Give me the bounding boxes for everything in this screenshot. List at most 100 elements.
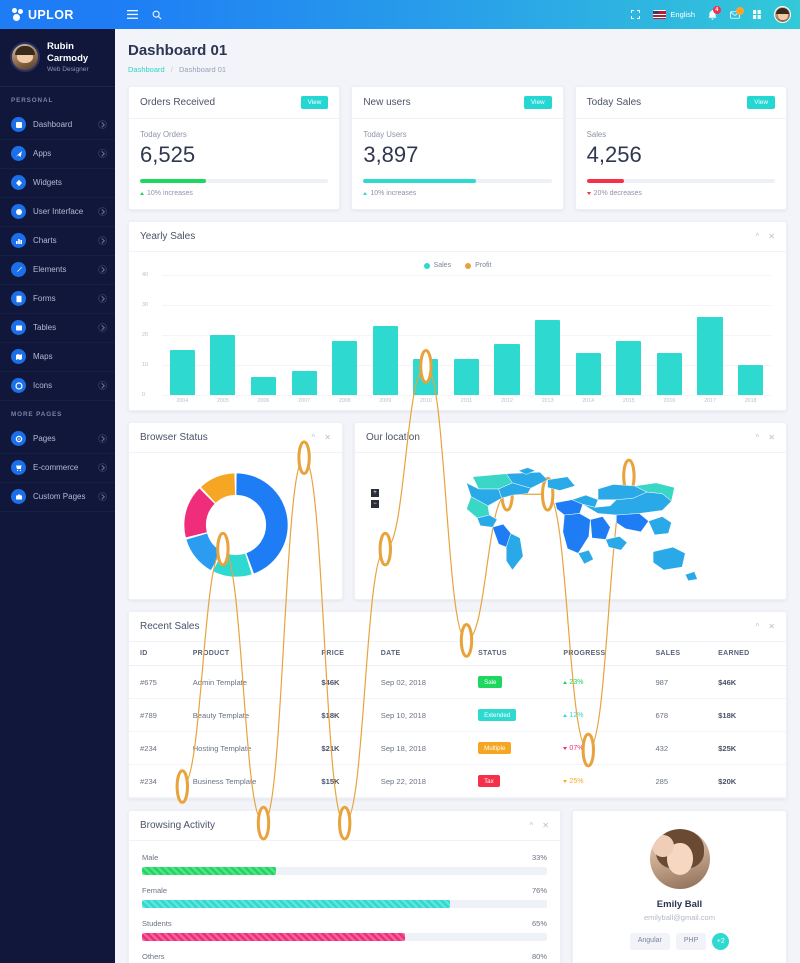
y-tick-label: 20 bbox=[142, 332, 149, 338]
chart-legend: Sales Profit bbox=[140, 262, 775, 269]
chevron-right-icon bbox=[98, 120, 107, 130]
sidebar-item-label: User Interface bbox=[33, 207, 84, 217]
map-zoom-out-button[interactable]: − bbox=[371, 500, 379, 508]
breadcrumb-separator: / bbox=[170, 65, 173, 74]
view-button[interactable]: View bbox=[300, 96, 329, 109]
stat-label: Today Orders bbox=[140, 130, 187, 139]
brand-logo[interactable]: UPLOR bbox=[0, 0, 115, 29]
legend-label: Profit bbox=[475, 262, 492, 269]
trend-down-icon bbox=[586, 192, 591, 195]
elements-icon bbox=[11, 262, 26, 278]
sidebar-item-apps[interactable]: Apps bbox=[0, 140, 115, 169]
chart-plot-area: 40 30 20 10 0 bbox=[142, 272, 771, 841]
sidebar-item-tables[interactable]: Tables bbox=[0, 314, 115, 343]
topbar-avatar[interactable] bbox=[774, 6, 791, 23]
y-tick-label: 30 bbox=[142, 302, 149, 308]
stat-card: New users View Today Users 3,897 10% inc… bbox=[351, 86, 564, 210]
chevron-right-icon bbox=[98, 207, 107, 217]
sidebar-item-icons[interactable]: Icons bbox=[0, 372, 115, 401]
yearly-sales-header: Yearly Sales ^ ✕ bbox=[129, 222, 786, 252]
stat-card: Orders Received View Today Orders 6,525 … bbox=[128, 86, 341, 210]
sidebar-user-role: Web Designer bbox=[47, 65, 89, 73]
sidebar-item-label: Charts bbox=[33, 236, 57, 246]
close-icon[interactable]: ✕ bbox=[768, 232, 775, 241]
sidebar-item-pages[interactable]: Pages bbox=[0, 425, 115, 454]
sidebar-item-label: Pages bbox=[33, 434, 56, 444]
chevron-right-icon bbox=[98, 323, 107, 333]
view-button[interactable]: View bbox=[747, 96, 775, 109]
dashboard-icon bbox=[11, 117, 26, 133]
chevron-right-icon bbox=[98, 463, 107, 473]
search-icon[interactable] bbox=[152, 10, 162, 20]
chevron-right-icon bbox=[98, 236, 107, 246]
chevron-right-icon bbox=[98, 265, 107, 275]
sidebar-item-user-interface[interactable]: User Interface bbox=[0, 198, 115, 227]
sidebar-item-label: Forms bbox=[33, 294, 56, 304]
profile-avatar bbox=[649, 829, 710, 889]
logo-dots-icon bbox=[12, 8, 25, 21]
world-map[interactable]: + − bbox=[355, 453, 786, 598]
stat-note: 10% increases bbox=[363, 190, 551, 197]
main-area: English 4 Dashboard 01 Dashboard / Dashb… bbox=[115, 0, 800, 963]
avatar bbox=[10, 41, 40, 72]
language-selector[interactable]: English bbox=[653, 10, 695, 19]
page-content: Dashboard 01 Dashboard / Dashboard 01 Or… bbox=[115, 29, 800, 963]
bell-badge: 4 bbox=[712, 5, 721, 14]
legend-item: Profit bbox=[465, 262, 491, 269]
yearly-sales-chart: Sales Profit 40 30 20 10 0 2004 2005 2006 2007 2… bbox=[129, 252, 786, 841]
breadcrumb-root[interactable]: Dashboard bbox=[128, 65, 165, 74]
panel-title: Yearly Sales bbox=[140, 231, 196, 242]
sidebar-section-more: MORE PAGES bbox=[11, 410, 63, 418]
sidebar: UPLOR Rubin Carmody Web Designer PERSONA… bbox=[0, 0, 115, 963]
sidebar-item-label: Elements bbox=[33, 265, 67, 275]
app-root: UPLOR Rubin Carmody Web Designer PERSONA… bbox=[0, 0, 800, 963]
stat-note-text: 20% decreases bbox=[593, 190, 642, 197]
sidebar-item-charts[interactable]: Charts bbox=[0, 227, 115, 256]
stat-note: 20% decreases bbox=[586, 190, 775, 197]
sidebar-item-dashboard[interactable]: Dashboard bbox=[0, 111, 115, 140]
sidebar-item-e-commerce[interactable]: E-commerce bbox=[0, 454, 115, 483]
chevron-right-icon bbox=[98, 381, 107, 391]
map-zoom-in-button[interactable]: + bbox=[371, 489, 379, 497]
activity-label: Male bbox=[142, 853, 159, 862]
breadcrumb-current: Dashboard 01 bbox=[178, 65, 227, 74]
stat-progress-fill bbox=[586, 179, 625, 183]
sidebar-user-profile[interactable]: Rubin Carmody Web Designer bbox=[0, 29, 115, 87]
stat-value: 4,256 bbox=[586, 142, 642, 167]
stat-progress-track bbox=[140, 179, 329, 183]
page-title: Dashboard 01 bbox=[128, 42, 228, 59]
apps-icon bbox=[11, 146, 26, 162]
view-button[interactable]: View bbox=[523, 96, 552, 109]
stat-progress-fill bbox=[140, 179, 206, 183]
flag-icon bbox=[653, 10, 667, 19]
stat-note: 10% increases bbox=[140, 190, 328, 197]
sidebar-item-label: Tables bbox=[33, 323, 57, 333]
chevron-right-icon bbox=[98, 149, 107, 159]
stat-cards-row: Orders Received View Today Orders 6,525 … bbox=[128, 86, 787, 210]
sidebar-item-label: Maps bbox=[33, 352, 53, 362]
grid-icon[interactable] bbox=[753, 10, 761, 19]
sidebar-item-label: Apps bbox=[33, 149, 52, 159]
y-tick-label: 40 bbox=[142, 272, 149, 278]
sidebar-item-label: Icons bbox=[33, 381, 53, 391]
sidebar-item-label: Custom Pages bbox=[33, 492, 86, 502]
sidebar-item-custom-pages[interactable]: Custom Pages bbox=[0, 483, 115, 512]
stat-card: Today Sales View Sales 4,256 20% decreas… bbox=[574, 86, 787, 210]
chevron-right-icon bbox=[98, 294, 107, 304]
sidebar-item-elements[interactable]: Elements bbox=[0, 256, 115, 285]
yearly-sales-card: Yearly Sales ^ ✕ Sales Profit 40 30 20 10 0 … bbox=[128, 221, 787, 841]
stat-note-text: 10% increases bbox=[370, 190, 417, 197]
sidebar-item-widgets[interactable]: Widgets bbox=[0, 169, 115, 198]
chevron-up-icon[interactable]: ^ bbox=[756, 232, 760, 241]
stat-label: Today Users bbox=[363, 130, 407, 139]
sidebar-item-label: Dashboard bbox=[33, 120, 73, 130]
y-tick-label: 0 bbox=[142, 392, 146, 398]
charts-icon bbox=[11, 233, 26, 249]
yearly-sales-row: Yearly Sales ^ ✕ Sales Profit 40 30 20 10 0 … bbox=[128, 221, 787, 841]
sidebar-item-forms[interactable]: Forms bbox=[0, 285, 115, 314]
messages-button[interactable] bbox=[730, 6, 744, 19]
menu-icon[interactable] bbox=[127, 10, 138, 19]
fullscreen-icon[interactable] bbox=[631, 10, 641, 19]
notifications-button[interactable]: 4 bbox=[708, 5, 721, 20]
sidebar-item-maps[interactable]: Maps bbox=[0, 343, 115, 372]
